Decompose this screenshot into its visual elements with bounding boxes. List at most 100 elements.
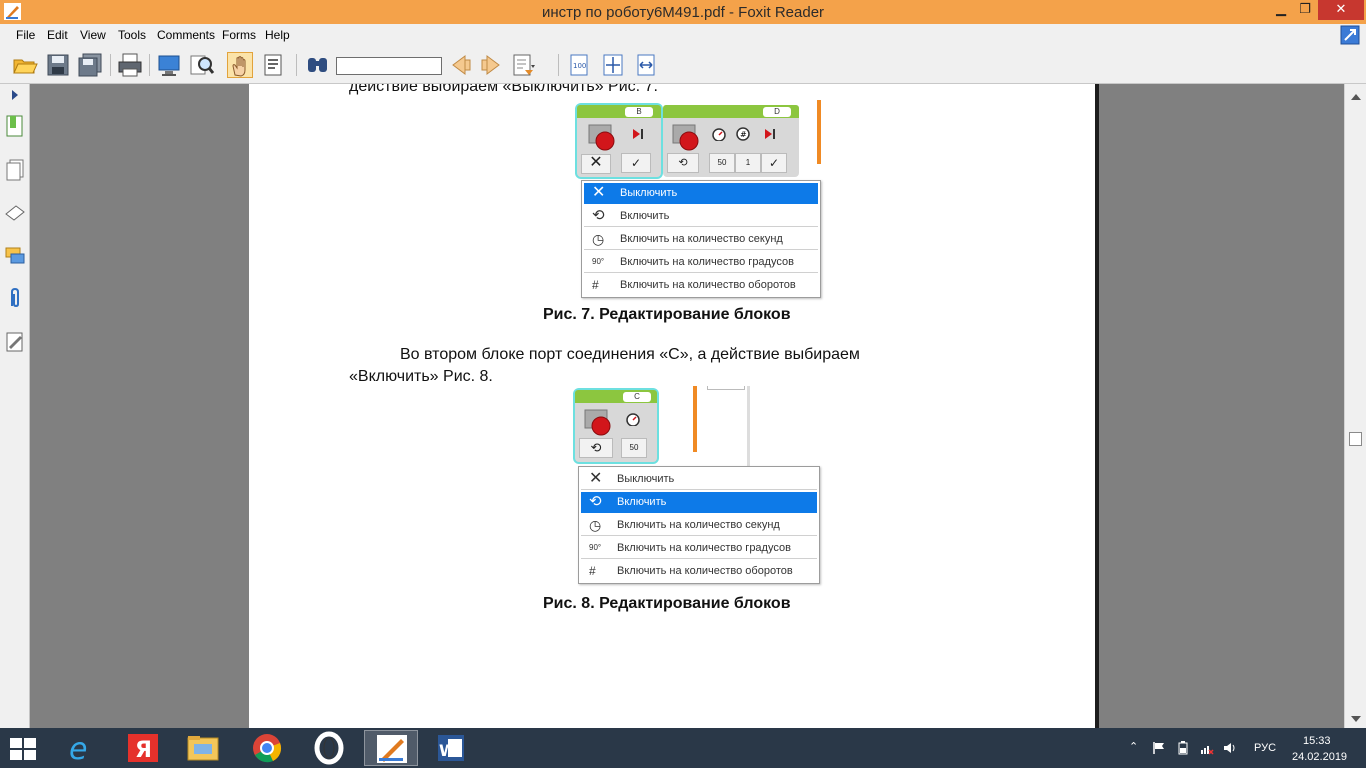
windows-start-icon[interactable] — [10, 738, 36, 760]
menu-option-off[interactable]: ✕ Выключить — [584, 183, 818, 204]
figure-7-caption: Рис. 7. Редактирование блоков — [543, 306, 791, 323]
save-icon[interactable] — [45, 52, 71, 78]
menu-option-label: Выключить — [617, 473, 675, 485]
menu-forms[interactable]: Forms — [222, 28, 256, 42]
figure-7: B ✕ ✓ D # ⟲ 50 1 ✓ ✕ Выключить ⟲ Включит… — [569, 100, 829, 300]
panel-expand-icon[interactable] — [12, 90, 18, 100]
svg-text:W: W — [439, 741, 457, 760]
restore-view-icon[interactable] — [1340, 25, 1360, 45]
fit-width-icon[interactable] — [633, 52, 659, 78]
prev-arrow-icon[interactable] — [447, 52, 473, 78]
brake-check-icon: ✓ — [761, 153, 787, 173]
menu-comments[interactable]: Comments — [157, 28, 215, 42]
select-text-icon[interactable] — [261, 52, 287, 78]
menu-option-seconds[interactable]: ◷ Включить на количество секунд — [584, 229, 818, 250]
figure-8: C ⟲ 50 ✕ Выключить ⟲ Включить ◷ Включить — [567, 386, 829, 586]
find-input[interactable] — [336, 57, 442, 75]
menu-option-label: Включить на количество оборотов — [617, 565, 793, 577]
pdf-page: действие выбираем «Выключить» Рис. 7. B … — [249, 84, 1099, 728]
layers-icon[interactable] — [4, 200, 26, 224]
svg-text:e: e — [69, 732, 87, 766]
power-value: 50 — [709, 153, 735, 173]
sequence-wire — [693, 386, 697, 452]
battery-icon[interactable] — [1176, 741, 1190, 755]
network-disconnected-icon[interactable] — [1200, 741, 1214, 755]
signature-icon[interactable] — [4, 330, 26, 354]
scroll-thumb[interactable] — [1349, 432, 1362, 446]
close-button[interactable]: ✕ — [1318, 0, 1364, 20]
opera-icon[interactable] — [302, 730, 356, 766]
toolbar-separator — [110, 54, 111, 76]
degrees-icon: 90° — [589, 543, 602, 552]
rotations-value: 1 — [735, 153, 761, 173]
menu-option-rotations[interactable]: # Включить на количество оборотов — [581, 561, 817, 582]
vertical-scrollbar[interactable] — [1344, 84, 1366, 728]
volume-icon[interactable] — [1223, 741, 1237, 755]
doc-paragraph-line: Во втором блоке порт соединения «С», а д… — [400, 346, 860, 363]
menu-option-label: Включить на количество секунд — [620, 233, 783, 245]
menu-tools[interactable]: Tools — [118, 28, 146, 42]
mode-on-icon: ⟲ — [579, 438, 613, 458]
menu-option-on[interactable]: ⟲ Включить — [584, 206, 818, 227]
doc-text-line: действие выбираем «Выключить» Рис. 7. — [349, 84, 658, 95]
menu-option-degrees[interactable]: 90° Включить на количество градусов — [581, 538, 817, 559]
menu-option-degrees[interactable]: 90° Включить на количество градусов — [584, 252, 818, 273]
scroll-up-icon[interactable] — [1351, 94, 1361, 100]
menu-option-seconds[interactable]: ◷ Включить на количество секунд — [581, 515, 817, 536]
print-icon[interactable] — [117, 52, 143, 78]
mode-rotations-icon: ⟲ — [667, 153, 699, 173]
menu-bar: File Edit View Tools Comments Forms Help — [0, 24, 1366, 46]
bookmarks-icon[interactable] — [4, 114, 26, 138]
action-center-flag-icon[interactable] — [1152, 741, 1166, 755]
actual-size-icon[interactable]: 100 — [567, 52, 593, 78]
maximize-button[interactable]: ❐ — [1292, 0, 1318, 20]
pages-icon[interactable] — [4, 158, 26, 182]
menu-option-label: Выключить — [620, 187, 678, 199]
menu-option-off[interactable]: ✕ Выключить — [581, 469, 817, 490]
svg-text:Я: Я — [135, 738, 152, 763]
mode-dropdown-menu: ✕ Выключить ⟲ Включить ◷ Включить на кол… — [581, 180, 821, 298]
clock-date[interactable]: 24.02.2019 — [1292, 751, 1347, 763]
rotate-icon: ⟲ — [589, 493, 602, 510]
menu-option-label: Включить на количество секунд — [617, 519, 780, 531]
zoom-glass-icon[interactable] — [189, 52, 215, 78]
rotations-icon: # — [736, 127, 750, 141]
file-explorer-icon[interactable] — [176, 730, 230, 766]
menu-view[interactable]: View — [80, 28, 106, 42]
foxit-reader-icon[interactable] — [364, 730, 418, 766]
motor-block-c[interactable]: C ⟲ 50 — [575, 390, 657, 462]
scroll-down-icon[interactable] — [1351, 716, 1361, 722]
document-view[interactable]: действие выбираем «Выключить» Рис. 7. B … — [31, 84, 1344, 728]
hand-tool-icon[interactable] — [227, 52, 253, 78]
open-folder-icon[interactable] — [12, 52, 38, 78]
menu-help[interactable]: Help — [265, 28, 290, 42]
minimize-button[interactable]: ▁ — [1268, 0, 1294, 20]
screen-icon[interactable] — [156, 52, 182, 78]
internet-explorer-icon[interactable]: e — [54, 730, 108, 767]
input-language[interactable]: РУС — [1254, 742, 1276, 754]
comments-icon[interactable] — [4, 244, 26, 268]
word-icon[interactable]: W — [424, 730, 478, 766]
show-hidden-icons-icon[interactable]: ⌃ — [1129, 740, 1138, 753]
save-as-icon[interactable] — [77, 52, 103, 78]
chrome-icon[interactable] — [240, 730, 294, 766]
next-arrow-icon[interactable] — [479, 52, 505, 78]
yandex-browser-icon[interactable]: Я — [116, 730, 170, 766]
menu-option-rotations[interactable]: # Включить на количество оборотов — [584, 275, 818, 296]
power-value: 50 — [621, 438, 647, 458]
svg-text:#: # — [740, 130, 747, 139]
menu-file[interactable]: File — [16, 28, 35, 42]
motor-block-d[interactable]: D # ⟲ 50 1 ✓ — [663, 105, 799, 177]
attachments-icon[interactable] — [4, 286, 26, 310]
rotate-icon: ⟲ — [592, 207, 605, 224]
fit-page-icon[interactable] — [600, 52, 626, 78]
find-binoculars-icon[interactable] — [305, 52, 331, 78]
mode-dropdown-menu: ✕ Выключить ⟲ Включить ◷ Включить на кол… — [578, 466, 820, 584]
taskbar: e Я W ⌃ РУС 15:33 24.02.2019 — [0, 728, 1366, 768]
menu-edit[interactable]: Edit — [47, 28, 68, 42]
menu-option-on[interactable]: ⟲ Включить — [581, 492, 817, 513]
motor-block-b[interactable]: B ✕ ✓ — [577, 105, 661, 177]
menu-option-label: Включить — [620, 210, 670, 222]
clock-time[interactable]: 15:33 — [1303, 735, 1331, 747]
export-icon[interactable] — [511, 52, 537, 78]
